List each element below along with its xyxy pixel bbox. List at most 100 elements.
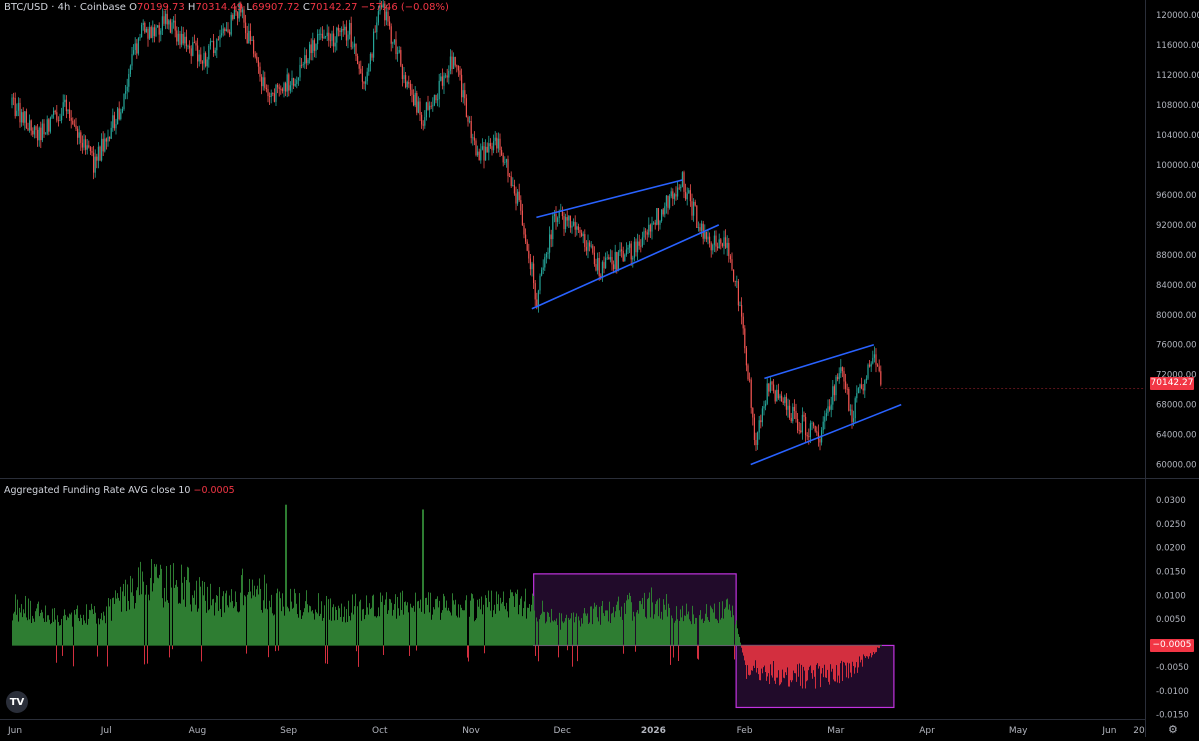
funding-bar bbox=[122, 591, 123, 646]
funding-bar bbox=[505, 609, 506, 646]
chart-svg[interactable]: 120000.00 116000.00 112000.00 108000.00 1040… bbox=[0, 0, 1199, 737]
candle-body bbox=[686, 193, 688, 200]
chart-stage[interactable]: 120000.00 116000.00 112000.00 108000.00 1040… bbox=[0, 0, 1199, 737]
indicator-legend[interactable]: Aggregated Funding Rate AVG close 10 −0.… bbox=[4, 485, 235, 496]
funding-bar bbox=[55, 619, 56, 646]
funding-bar bbox=[559, 612, 560, 646]
funding-bar bbox=[565, 618, 566, 646]
candle-body bbox=[275, 84, 277, 102]
funding-bar bbox=[40, 612, 41, 646]
funding-bar bbox=[305, 601, 306, 646]
last-price-tag: 70142.27 bbox=[1150, 377, 1194, 390]
funding-bar bbox=[25, 595, 26, 646]
funding-bar bbox=[678, 645, 679, 662]
funding-bar bbox=[593, 608, 594, 646]
candle-body bbox=[225, 29, 227, 32]
candle-body bbox=[123, 93, 125, 109]
funding-bar bbox=[619, 610, 620, 646]
candle-body bbox=[584, 234, 586, 247]
candle-body bbox=[851, 409, 853, 422]
candle-body bbox=[134, 43, 136, 51]
funding-bar bbox=[461, 607, 462, 646]
funding-bar bbox=[141, 594, 142, 646]
funding-bar bbox=[287, 606, 288, 646]
candle-body bbox=[870, 363, 872, 367]
tradingview-logo-icon[interactable]: TV bbox=[6, 691, 28, 713]
candle-body bbox=[709, 236, 711, 244]
funding-bar bbox=[289, 611, 290, 646]
funding-bar bbox=[848, 645, 849, 679]
funding-bar bbox=[855, 645, 856, 668]
candle-body bbox=[859, 384, 861, 389]
funding-bar bbox=[655, 604, 656, 646]
funding-bar bbox=[635, 645, 636, 652]
funding-bar bbox=[766, 645, 767, 681]
funding-bar bbox=[763, 645, 764, 668]
symbol-label[interactable]: BTC/USD · 4h · Coinbase bbox=[4, 2, 126, 13]
funding-bar bbox=[378, 607, 379, 646]
candle-body bbox=[637, 241, 639, 253]
candle-body bbox=[833, 386, 835, 396]
funding-bar bbox=[842, 645, 843, 681]
funding-bar bbox=[533, 595, 534, 646]
funding-bar bbox=[300, 610, 301, 646]
funding-bar bbox=[148, 594, 149, 646]
funding-bar bbox=[291, 601, 292, 646]
funding-bar bbox=[724, 608, 725, 646]
candle-body bbox=[355, 43, 357, 57]
funding-bar bbox=[334, 620, 335, 646]
channel-trendline-upper bbox=[536, 179, 683, 219]
funding-bar bbox=[537, 621, 538, 646]
gear-icon[interactable]: ⚙ bbox=[1168, 723, 1178, 736]
candle-body bbox=[310, 44, 312, 54]
candle-body bbox=[672, 191, 674, 199]
candle-body bbox=[568, 215, 570, 221]
funding-bar bbox=[403, 614, 404, 646]
funding-bar bbox=[97, 645, 98, 657]
funding-bar bbox=[366, 595, 367, 646]
candle-body bbox=[406, 82, 408, 88]
candle-body bbox=[848, 388, 850, 411]
funding-bar bbox=[293, 607, 294, 646]
funding-bar bbox=[130, 575, 131, 646]
candle-body bbox=[742, 316, 744, 329]
funding-bar bbox=[720, 619, 721, 646]
candle-body bbox=[616, 252, 618, 271]
funding-bar bbox=[22, 617, 23, 646]
funding-bar bbox=[307, 604, 308, 646]
candle-body bbox=[547, 252, 549, 254]
funding-bar bbox=[92, 609, 93, 646]
funding-bar bbox=[284, 615, 285, 646]
funding-bar bbox=[454, 604, 455, 646]
candle-body bbox=[829, 406, 831, 410]
funding-bar bbox=[543, 611, 544, 646]
funding-bar bbox=[282, 593, 283, 646]
funding-bar bbox=[488, 590, 489, 646]
funding-bar bbox=[23, 609, 24, 646]
funding-bar bbox=[62, 645, 63, 656]
candle-body bbox=[761, 408, 763, 423]
funding-bar bbox=[682, 605, 683, 646]
candle-body bbox=[878, 366, 880, 372]
funding-bar bbox=[769, 645, 770, 685]
candle-body bbox=[334, 42, 336, 47]
funding-bar bbox=[349, 616, 350, 646]
funding-bar bbox=[159, 574, 160, 646]
funding-bar bbox=[697, 645, 698, 659]
candle-body bbox=[856, 393, 858, 399]
candle-body bbox=[726, 242, 728, 248]
funding-bar bbox=[869, 645, 870, 657]
funding-bar bbox=[516, 594, 517, 646]
funding-bar bbox=[43, 618, 44, 646]
candle-body bbox=[417, 101, 419, 113]
candle-body bbox=[227, 29, 229, 32]
candle-body bbox=[165, 13, 167, 24]
candle-body bbox=[329, 40, 331, 42]
candle-body bbox=[373, 31, 375, 58]
price-tick-label: 96000.00 bbox=[1156, 191, 1197, 201]
candle-body bbox=[70, 117, 72, 121]
funding-bar bbox=[776, 645, 777, 678]
candle-body bbox=[566, 217, 568, 221]
candle-body bbox=[318, 33, 320, 35]
funding-bar bbox=[35, 611, 36, 646]
